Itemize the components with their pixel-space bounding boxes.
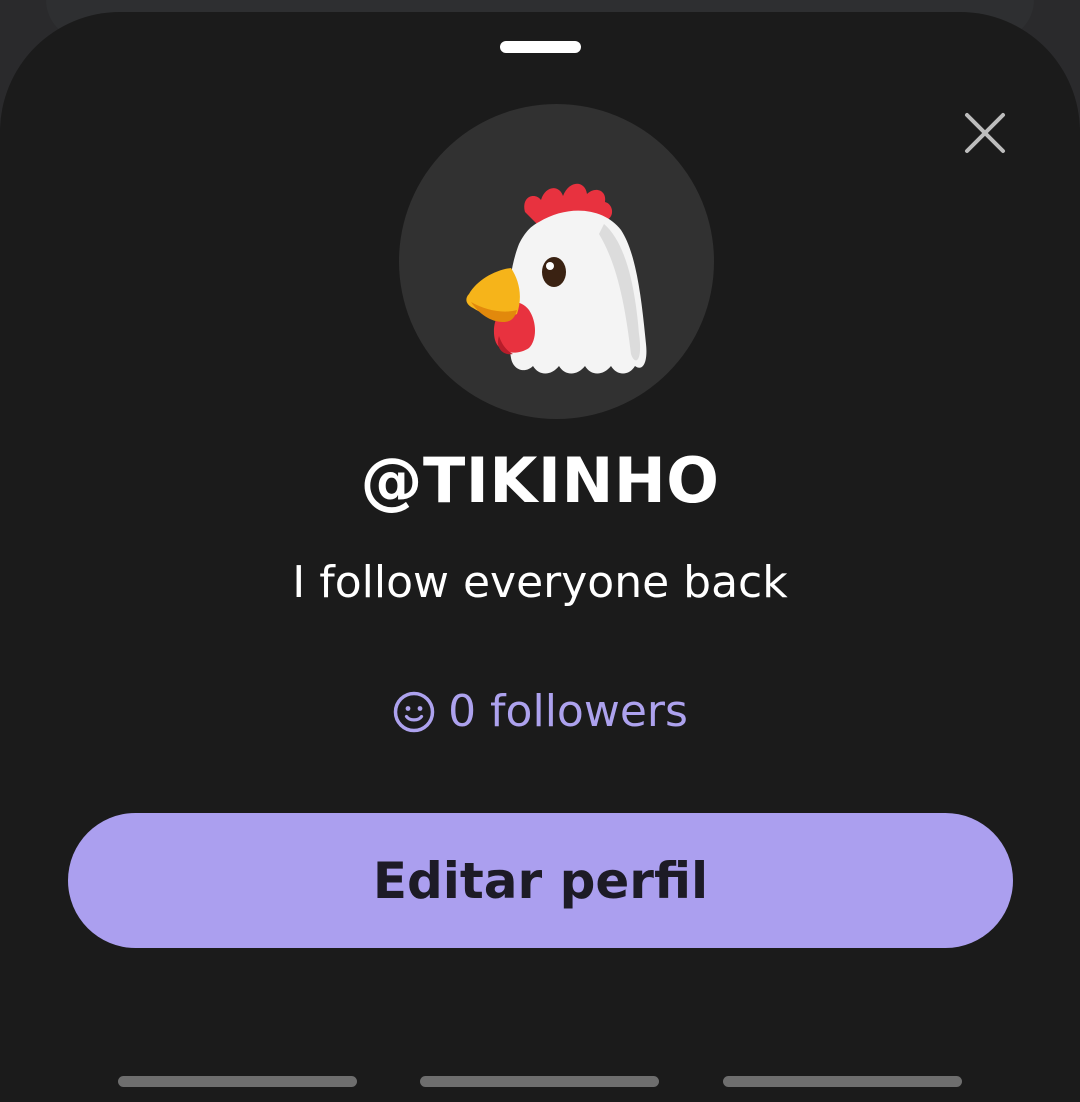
edit-profile-label: Editar perfil [372, 851, 709, 910]
close-button[interactable] [958, 106, 1012, 160]
tab-indicator-2[interactable] [420, 1076, 659, 1087]
profile-username: @TIKINHO [360, 444, 720, 517]
avatar[interactable] [399, 104, 714, 419]
drag-handle[interactable] [500, 41, 581, 53]
close-icon [965, 113, 1005, 153]
rooster-icon [466, 183, 647, 374]
profile-bottom-sheet: @TIKINHO I follow everyone back 0 follow… [0, 12, 1080, 1102]
smiley-icon [393, 691, 435, 733]
followers-label: 0 followers [448, 686, 688, 737]
edit-profile-button[interactable]: Editar perfil [68, 813, 1013, 948]
followers-count[interactable]: 0 followers [0, 682, 1080, 742]
tab-indicator-3[interactable] [723, 1076, 962, 1087]
tab-indicator-1[interactable] [118, 1076, 357, 1087]
profile-bio: I follow everyone back [292, 557, 788, 608]
